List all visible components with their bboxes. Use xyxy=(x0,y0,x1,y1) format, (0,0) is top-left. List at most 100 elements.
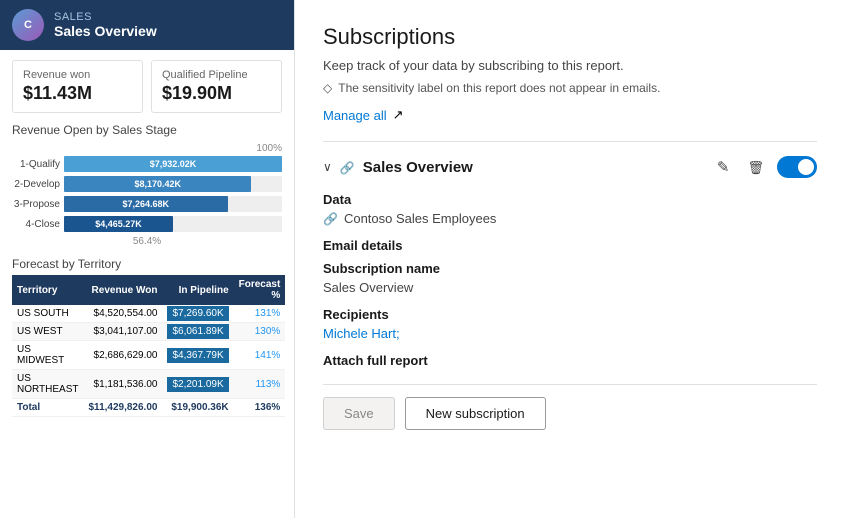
link-icon xyxy=(340,159,355,175)
delete-subscription-button[interactable] xyxy=(742,157,769,178)
cell-revenue: $4,520,554.00 xyxy=(84,305,163,323)
chevron-down-icon[interactable] xyxy=(323,160,332,174)
cell-pipeline: $4,367.79K xyxy=(162,341,233,370)
cell-forecast: 130% xyxy=(234,323,286,341)
forecast-table: Territory Revenue Won In Pipeline Foreca… xyxy=(12,275,285,417)
recipients-value: Michele Hart; xyxy=(323,326,817,341)
subscription-header: Sales Overview xyxy=(323,156,817,178)
bar-fill: $7,264.68K xyxy=(64,196,228,212)
cell-pipeline: $6,061.89K xyxy=(162,323,233,341)
subscription-toggle[interactable] xyxy=(777,156,817,178)
cell-territory: US MIDWEST xyxy=(12,341,84,370)
bar-background: $7,932.02K xyxy=(64,156,282,172)
bottom-bar: Save New subscription xyxy=(323,384,817,430)
panel-title: Subscriptions xyxy=(323,24,817,50)
bar-background: $7,264.68K xyxy=(64,196,282,212)
sensitivity-row: The sensitivity label on this report doe… xyxy=(323,81,817,95)
cell-pipeline: $7,269.60K xyxy=(162,305,233,323)
chart-title: Revenue Open by Sales Stage xyxy=(12,123,282,137)
manage-all-row: Manage all xyxy=(323,107,817,123)
total-cell: $19,900.36K xyxy=(162,399,233,417)
cell-forecast: 131% xyxy=(234,305,286,323)
table-total-row: Total$11,429,826.00$19,900.36K136% xyxy=(12,399,285,417)
kpi-card-pipeline: Qualified Pipeline $19.90M xyxy=(151,60,282,113)
data-value: Contoso Sales Employees xyxy=(344,211,496,226)
table-title: Forecast by Territory xyxy=(12,257,282,271)
cell-territory: US WEST xyxy=(12,323,84,341)
table-row: US SOUTH$4,520,554.00$7,269.60K131% xyxy=(12,305,285,323)
total-cell: 136% xyxy=(234,399,286,417)
subscription-name-label: Subscription name xyxy=(323,261,817,276)
bar-chart: 1-Qualify $7,932.02K 2-Develop $8,170.42K 3-… xyxy=(12,156,282,232)
bar-value: $7,932.02K xyxy=(150,159,197,169)
cell-forecast: 141% xyxy=(234,341,286,370)
cell-forecast: 113% xyxy=(234,370,286,399)
bar-value: $4,465.27K xyxy=(95,219,142,229)
cell-territory: US SOUTH xyxy=(12,305,84,323)
data-section-label: Data xyxy=(323,192,817,207)
kpi-value-pipeline: $19.90M xyxy=(162,83,271,104)
bar-row: 3-Propose $7,264.68K xyxy=(12,196,282,212)
data-link-icon xyxy=(323,211,338,226)
left-content: Revenue won $11.43M Qualified Pipeline $… xyxy=(0,50,294,427)
panel-description: Keep track of your data by subscribing t… xyxy=(323,58,817,73)
bar-label: 3-Propose xyxy=(12,199,60,210)
col-territory: Territory xyxy=(12,275,84,305)
kpi-label-revenue: Revenue won xyxy=(23,69,132,81)
col-forecast: Forecast % xyxy=(234,275,286,305)
bar-label: 4-Close xyxy=(12,219,60,230)
kpi-row: Revenue won $11.43M Qualified Pipeline $… xyxy=(12,60,282,113)
save-button[interactable]: Save xyxy=(323,397,395,430)
chart-bottom-pct: 56.4% xyxy=(12,236,282,247)
subscription-item: Sales Overview Data Contoso Sales Employ… xyxy=(323,141,817,368)
bar-background: $8,170.42K xyxy=(64,176,282,192)
manage-all-link[interactable]: Manage all xyxy=(323,108,387,123)
edit-icon xyxy=(717,159,730,176)
cell-revenue: $3,041,107.00 xyxy=(84,323,163,341)
bar-fill: $8,170.42K xyxy=(64,176,251,192)
table-body: US SOUTH$4,520,554.00$7,269.60K131%US WE… xyxy=(12,305,285,417)
attach-label: Attach full report xyxy=(323,353,817,368)
cell-territory: US NORTHEAST xyxy=(12,370,84,399)
chart-section: Revenue Open by Sales Stage 100% 1-Quali… xyxy=(12,123,282,247)
col-revenue: Revenue Won xyxy=(84,275,163,305)
external-link-icon xyxy=(393,107,404,123)
bar-row: 2-Develop $8,170.42K xyxy=(12,176,282,192)
bar-row: 1-Qualify $7,932.02K xyxy=(12,156,282,172)
bar-label: 2-Develop xyxy=(12,179,60,190)
app-header: C SALES Sales Overview xyxy=(0,0,294,50)
bar-row: 4-Close $4,465.27K xyxy=(12,216,282,232)
cell-revenue: $2,686,629.00 xyxy=(84,341,163,370)
total-cell: $11,429,826.00 xyxy=(84,399,163,417)
table-row: US MIDWEST$2,686,629.00$4,367.79K141% xyxy=(12,341,285,370)
kpi-value-revenue: $11.43M xyxy=(23,83,132,104)
new-subscription-button[interactable]: New subscription xyxy=(405,397,546,430)
recipients-label: Recipients xyxy=(323,307,817,322)
trash-icon xyxy=(747,159,764,176)
app-header-text: SALES Sales Overview xyxy=(54,11,157,39)
bar-background: $4,465.27K xyxy=(64,216,282,232)
kpi-label-pipeline: Qualified Pipeline xyxy=(162,69,271,81)
toggle-knob xyxy=(798,159,814,175)
subscription-name-value: Sales Overview xyxy=(323,280,817,295)
bar-value: $7,264.68K xyxy=(122,199,169,209)
data-section-value: Contoso Sales Employees xyxy=(323,211,817,226)
app-nav-title: Sales Overview xyxy=(54,23,157,39)
app-logo: C xyxy=(12,9,44,41)
left-panel: C SALES Sales Overview Revenue won $11.4… xyxy=(0,0,295,518)
table-row: US WEST$3,041,107.00$6,061.89K130% xyxy=(12,323,285,341)
cell-revenue: $1,181,536.00 xyxy=(84,370,163,399)
bar-fill: $7,932.02K xyxy=(64,156,282,172)
logo-text: C xyxy=(24,19,32,31)
chart-100-label: 100% xyxy=(12,143,282,154)
table-row: US NORTHEAST$1,181,536.00$2,201.09K113% xyxy=(12,370,285,399)
edit-subscription-button[interactable] xyxy=(712,156,735,178)
app-nav-label: SALES xyxy=(54,11,157,23)
bar-label: 1-Qualify xyxy=(12,159,60,170)
right-panel: Subscriptions Keep track of your data by… xyxy=(295,0,845,518)
bar-fill: $4,465.27K xyxy=(64,216,173,232)
cell-pipeline: $2,201.09K xyxy=(162,370,233,399)
table-section: Forecast by Territory Territory Revenue … xyxy=(12,257,282,417)
total-cell: Total xyxy=(12,399,84,417)
sensitivity-icon xyxy=(323,81,332,95)
